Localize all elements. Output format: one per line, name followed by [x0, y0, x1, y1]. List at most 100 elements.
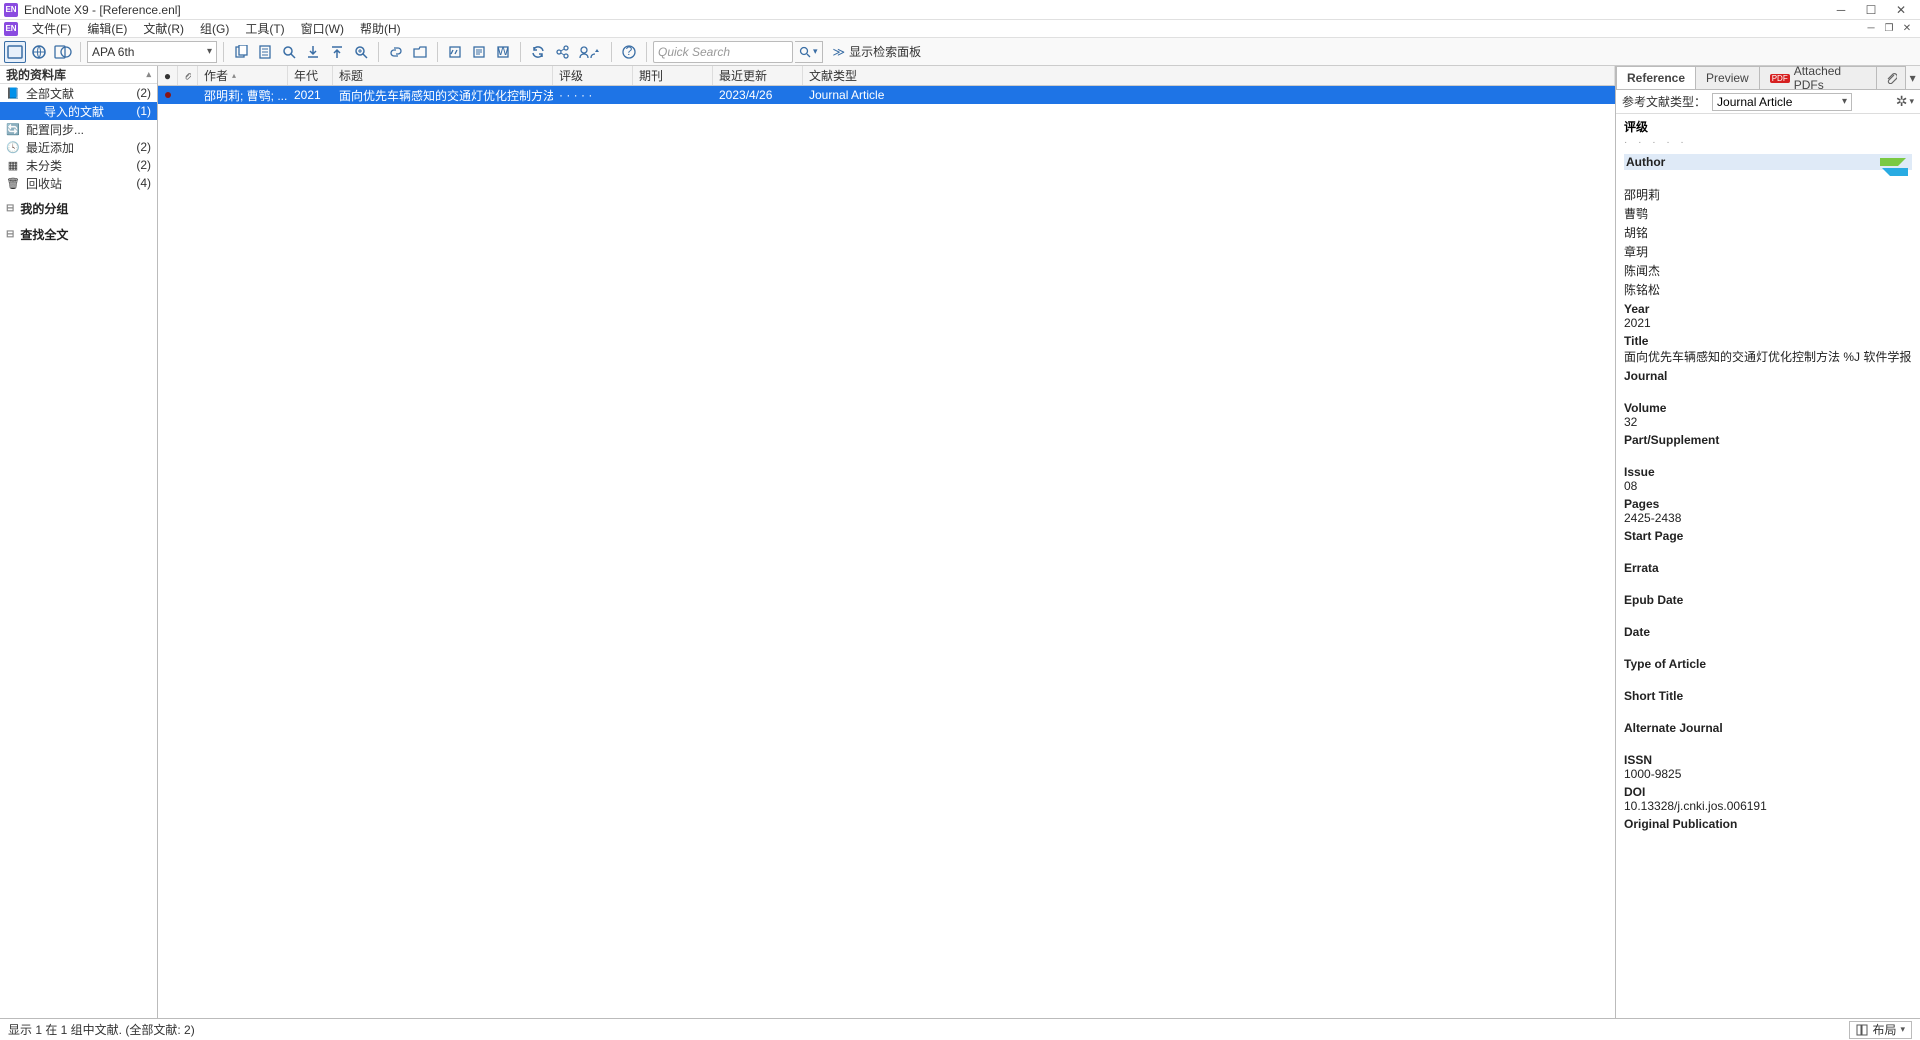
sidebar-item-count: (2): [136, 140, 151, 154]
col-type[interactable]: 文献类型: [803, 66, 1615, 85]
quick-search-dropdown[interactable]: ▾: [795, 41, 823, 63]
row-updated: 2023/4/26: [713, 86, 803, 104]
field-value[interactable]: [1624, 383, 1912, 397]
open-file-button[interactable]: [409, 41, 431, 63]
titlebar: EN EndNote X9 - [Reference.enl] ─ ☐ ✕: [0, 0, 1920, 20]
sidebar-header[interactable]: 我的资料库: [0, 66, 157, 84]
field-value[interactable]: [1624, 639, 1912, 653]
field-value[interactable]: 曹鹗: [1624, 205, 1912, 222]
insert-citation-button[interactable]: [444, 41, 466, 63]
menu-groups[interactable]: 组(G): [192, 20, 237, 37]
mdi-restore-button[interactable]: ❐: [1880, 22, 1898, 36]
online-search-button[interactable]: [278, 41, 300, 63]
col-title[interactable]: 标题: [333, 66, 553, 85]
sidebar-item-3[interactable]: 🕓最近添加(2): [0, 138, 157, 156]
field-value[interactable]: [1624, 735, 1912, 749]
output-style-select[interactable]: APA 6th: [87, 41, 217, 63]
sidebar-group-findfulltext[interactable]: 查找全文: [0, 224, 157, 244]
field-value[interactable]: [1624, 607, 1912, 621]
rating-value[interactable]: · · · · ·: [1624, 137, 1912, 148]
sidebar-item-5[interactable]: 🗑回收站(4): [0, 174, 157, 192]
mdi-close-button[interactable]: ✕: [1898, 22, 1916, 36]
share-library-button[interactable]: [575, 41, 605, 63]
sidebar-group-mygroups[interactable]: 我的分组: [0, 198, 157, 218]
row-attachment: [178, 86, 198, 104]
integrated-mode-button[interactable]: [52, 41, 74, 63]
field-value[interactable]: [1624, 831, 1912, 845]
field-value[interactable]: [1624, 703, 1912, 717]
mdi-minimize-button[interactable]: ─: [1862, 22, 1880, 36]
close-button[interactable]: ✕: [1886, 1, 1916, 19]
col-author[interactable]: 作者▴: [198, 66, 288, 85]
reference-row[interactable]: 邵明莉; 曹鹗; ...2021面向优先车辆感知的交通灯优化控制方法 …· · …: [158, 86, 1615, 104]
go-to-word-button[interactable]: W: [492, 41, 514, 63]
col-read-status[interactable]: ●: [158, 66, 178, 85]
tab-attached-pdfs[interactable]: PDFAttached PDFs: [1759, 66, 1878, 89]
field-value[interactable]: 32: [1624, 415, 1912, 429]
col-rating[interactable]: 评级: [553, 66, 633, 85]
field-value[interactable]: [1624, 170, 1912, 184]
field-value[interactable]: 10.13328/j.cnki.jos.006191: [1624, 799, 1912, 813]
import-button[interactable]: [302, 41, 324, 63]
field-label-part-supplement: Part/Supplement: [1624, 433, 1912, 447]
field-value[interactable]: 陈闻杰: [1624, 262, 1912, 279]
sidebar-item-4[interactable]: ▦未分类(2): [0, 156, 157, 174]
format-bibliography-button[interactable]: [468, 41, 490, 63]
reference-type-label: 参考文献类型：: [1622, 93, 1706, 110]
quick-search-input[interactable]: Quick Search: [653, 41, 793, 63]
col-journal[interactable]: 期刊: [633, 66, 713, 85]
field-value[interactable]: 2021: [1624, 316, 1912, 330]
tab-preview[interactable]: Preview: [1695, 66, 1760, 89]
sidebar-item-2[interactable]: 🔄配置同步...: [0, 120, 157, 138]
field-value[interactable]: [1624, 447, 1912, 461]
minimize-button[interactable]: ─: [1826, 1, 1856, 19]
toolbar: APA 6th W ? Quick Search ▾ ≫ 显示检索面板: [0, 38, 1920, 66]
field-value[interactable]: [1624, 671, 1912, 685]
help-button[interactable]: ?: [618, 41, 640, 63]
field-label-volume: Volume: [1624, 401, 1912, 415]
field-label-title: Title: [1624, 334, 1912, 348]
field-value[interactable]: 邵明莉: [1624, 186, 1912, 203]
share-button[interactable]: [551, 41, 573, 63]
field-value[interactable]: [1624, 543, 1912, 557]
menu-tools[interactable]: 工具(T): [237, 20, 292, 37]
menu-references[interactable]: 文献(R): [135, 20, 192, 37]
show-search-panel-toggle[interactable]: ≫ 显示检索面板: [833, 43, 922, 60]
col-attachment[interactable]: [178, 66, 198, 85]
sync-button[interactable]: [527, 41, 549, 63]
field-value[interactable]: 08: [1624, 479, 1912, 493]
menu-window[interactable]: 窗口(W): [293, 20, 352, 37]
row-journal: [633, 86, 713, 104]
maximize-button[interactable]: ☐: [1856, 1, 1886, 19]
field-value[interactable]: 陈铭松: [1624, 281, 1912, 298]
sidebar-item-1[interactable]: 导入的文献(1): [0, 102, 157, 120]
col-updated[interactable]: 最近更新: [713, 66, 803, 85]
field-value[interactable]: [1624, 575, 1912, 589]
copy-button[interactable]: [230, 41, 252, 63]
sidebar-item-0[interactable]: 📘全部文献(2): [0, 84, 157, 102]
menu-file[interactable]: 文件(F): [24, 20, 79, 37]
tab-attachment-icon[interactable]: [1876, 66, 1906, 89]
menubar: EN 文件(F) 编辑(E) 文献(R) 组(G) 工具(T) 窗口(W) 帮助…: [0, 20, 1920, 38]
field-value[interactable]: 章玥: [1624, 243, 1912, 260]
reference-options-button[interactable]: ✲: [1896, 93, 1914, 110]
layout-button[interactable]: 布局: [1849, 1021, 1912, 1039]
local-library-mode-button[interactable]: [4, 41, 26, 63]
field-value[interactable]: 胡铭: [1624, 224, 1912, 241]
export-button[interactable]: [326, 41, 348, 63]
col-year[interactable]: 年代: [288, 66, 333, 85]
field-value[interactable]: 面向优先车辆感知的交通灯优化控制方法 %J 软件学报: [1624, 348, 1912, 365]
tab-reference[interactable]: Reference: [1616, 66, 1696, 89]
find-fulltext-button[interactable]: [350, 41, 372, 63]
field-value[interactable]: 2425-2438: [1624, 511, 1912, 525]
open-link-button[interactable]: [385, 41, 407, 63]
menu-help[interactable]: 帮助(H): [352, 20, 409, 37]
detail-panel-menu-button[interactable]: ▾: [1905, 66, 1920, 89]
field-label-author: Author: [1624, 154, 1912, 170]
field-label-doi: DOI: [1624, 785, 1912, 799]
reference-type-select[interactable]: Journal Article: [1712, 93, 1852, 111]
menu-edit[interactable]: 编辑(E): [79, 20, 135, 37]
new-reference-button[interactable]: [254, 41, 276, 63]
field-value[interactable]: 1000-9825: [1624, 767, 1912, 781]
online-search-mode-button[interactable]: [28, 41, 50, 63]
